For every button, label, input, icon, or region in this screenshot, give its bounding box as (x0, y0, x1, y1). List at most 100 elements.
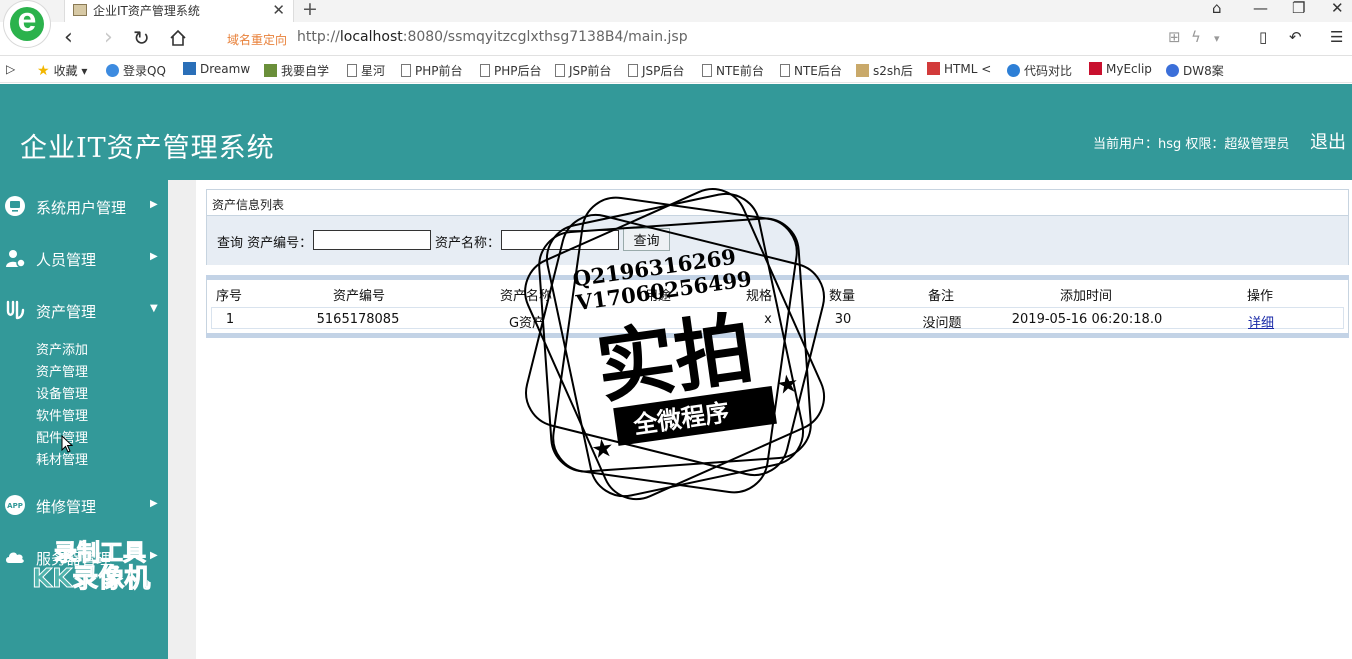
bookmark-item[interactable]: NTE前台 (702, 62, 764, 79)
bookmark-item[interactable]: DW8案 (1166, 62, 1224, 79)
column-header: 序号 (215, 289, 243, 304)
bookmark-item[interactable]: 登录QQ (106, 62, 166, 79)
cell-no: 1 (225, 312, 235, 327)
cloud-icon (6, 552, 24, 563)
undo-icon[interactable]: ↶ (1289, 28, 1302, 46)
cell-spec: x (764, 312, 772, 327)
minimize-icon[interactable]: — (1253, 0, 1268, 17)
table-header: 序号 资产编号 资产名称 用途 规格 数量 备注 添加时间 操作 (207, 280, 1348, 306)
column-header: 规格 (745, 289, 773, 304)
flash-icon[interactable]: ϟ (1191, 28, 1201, 46)
asset-icon (6, 300, 25, 320)
panel-title: 资产信息列表 (212, 198, 285, 212)
logout-link[interactable]: 退出 (1310, 128, 1346, 154)
detail-link[interactable]: 详细 (1248, 316, 1274, 331)
bookmark-item[interactable]: PHP前台 (401, 62, 463, 79)
bookmark-item[interactable]: HTML < (927, 62, 991, 76)
column-header: 用途 (644, 289, 672, 304)
close-tab-icon[interactable]: ✕ (272, 1, 285, 19)
forward-icon[interactable]: › (104, 25, 113, 51)
grid-icon[interactable]: ⊞ (1168, 28, 1181, 46)
app-title: 企业IT资产管理系统 (20, 133, 275, 164)
submenu-asset-add[interactable]: 资产添加 (36, 339, 88, 358)
search-button[interactable]: 查询 (623, 228, 670, 251)
submenu-asset-manage[interactable]: 资产管理 (36, 361, 88, 380)
page-icon (401, 64, 411, 77)
current-user-info: 当前用户：hsg 权限：超级管理员 (1093, 137, 1290, 152)
reload-icon[interactable]: ↻ (133, 25, 150, 51)
bookmark-item[interactable]: 代码对比 (1007, 62, 1072, 79)
page-icon (780, 64, 790, 77)
bookmark-item[interactable]: PHP后台 (480, 62, 542, 79)
bookmarks-bar: ▷ ★ 收藏 ▾ 登录QQ Dreamw 我要自学 星河 PHP前台 PHP后台 … (0, 57, 1352, 83)
bookmark-item[interactable]: ★ 收藏 ▾ (37, 62, 87, 79)
page-icon (628, 64, 638, 77)
qq-icon (106, 64, 119, 77)
chevron-down-icon: ▼ (150, 303, 158, 314)
pin-icon[interactable]: ⌂ (1212, 0, 1222, 17)
bookmark-item[interactable]: s2sh后 (856, 62, 913, 79)
tab-title: 企业IT资产管理系统 (93, 4, 200, 18)
myeclipse-icon (1089, 62, 1102, 75)
divider (206, 333, 1349, 338)
asset-code-input[interactable] (313, 230, 431, 250)
sidebar-gutter (168, 180, 196, 659)
new-tab-button[interactable]: + (302, 0, 318, 20)
users-icon (6, 250, 26, 268)
asset-table: 序号 资产编号 资产名称 用途 规格 数量 备注 添加时间 操作 1 51651… (206, 280, 1349, 333)
cell-remark: 没问题 (922, 316, 962, 331)
maximize-icon[interactable]: ❐ (1292, 0, 1305, 17)
chevron-right-icon: ▶ (150, 550, 158, 561)
back-icon[interactable]: ‹ (64, 25, 73, 51)
svg-text:★: ★ (591, 435, 614, 464)
menu-maintenance[interactable]: APP 维修管理 ▶ (0, 486, 168, 526)
menu-assets[interactable]: 资产管理 ▼ (0, 291, 168, 331)
chevron-right-icon: ▶ (150, 498, 158, 509)
bookmark-item[interactable]: 我要自学 (264, 62, 329, 79)
bookmark-item[interactable]: 星河 (347, 62, 385, 79)
bookmark-item[interactable]: JSP后台 (628, 62, 684, 79)
table-row: 1 5165178085 G资产 x 30 没问题 2019-05-16 06:… (211, 307, 1344, 331)
home-icon[interactable] (169, 29, 187, 47)
bookmark-item[interactable]: JSP前台 (555, 62, 611, 79)
column-header: 资产编号 (332, 289, 386, 304)
mouse-cursor-icon (61, 435, 73, 453)
column-header: 备注 (927, 289, 955, 304)
bookmark-item[interactable]: Dreamw (183, 62, 250, 76)
svg-text:★: ★ (776, 370, 799, 399)
sidebar-toggle-icon[interactable]: ▷ (6, 62, 15, 76)
submenu-software-manage[interactable]: 软件管理 (36, 405, 88, 424)
star-icon: ★ (37, 63, 50, 79)
page-icon (347, 64, 357, 77)
chevron-right-icon: ▶ (150, 199, 158, 210)
redirect-label: 域名重定向 (227, 33, 288, 47)
menu-system-users[interactable]: 系统用户管理 ▶ (0, 187, 168, 227)
browser-tab[interactable]: 企业IT资产管理系统 ✕ (64, 0, 294, 22)
browser-logo[interactable] (4, 1, 50, 47)
menu-icon[interactable]: ☰ (1330, 28, 1343, 46)
asset-name-label: 资产名称： (435, 236, 501, 251)
paw-icon (1166, 64, 1179, 77)
asset-list-panel: 资产信息列表 查询 资产编号： 资产名称： 查询 序号 资产编号 资产名称 用途… (206, 189, 1349, 339)
browser-tab-bar: 企业IT资产管理系统 ✕ + ⌂ — ❐ ✕ (0, 0, 1352, 22)
asset-name-input[interactable] (501, 230, 619, 250)
close-window-icon[interactable]: ✕ (1331, 0, 1344, 17)
column-header: 数量 (828, 289, 856, 304)
column-header: 添加时间 (1059, 289, 1113, 304)
stamp-banner-text: 全微程序 (631, 398, 731, 439)
panel-header: 资产信息列表 (206, 189, 1349, 216)
chevron-down-icon[interactable]: ▾ (1214, 32, 1220, 45)
submenu-device-manage[interactable]: 设备管理 (36, 383, 88, 402)
app-header: 企业IT资产管理系统 当前用户：hsg 权限：超级管理员 退出 (0, 84, 1352, 180)
cell-asset-code: 5165178085 (316, 312, 400, 327)
site-icon (264, 64, 277, 77)
bookmark-item[interactable]: NTE后台 (780, 62, 842, 79)
menu-servers[interactable]: 服务器管理 ▶ (0, 538, 168, 578)
menu-personnel[interactable]: 人员管理 ▶ (0, 239, 168, 279)
bookmark-icon[interactable]: ▯ (1259, 28, 1267, 46)
address-bar: ‹ › ↻ 域名重定向 http://localhost:8080/ssmqyi… (0, 22, 1352, 56)
bookmark-item[interactable]: MyEclip (1089, 62, 1152, 76)
html-icon (927, 62, 940, 75)
url-field[interactable]: http://localhost:8080/ssmqyitzcglxthsg71… (297, 29, 688, 45)
column-header: 资产名称 (499, 289, 553, 304)
